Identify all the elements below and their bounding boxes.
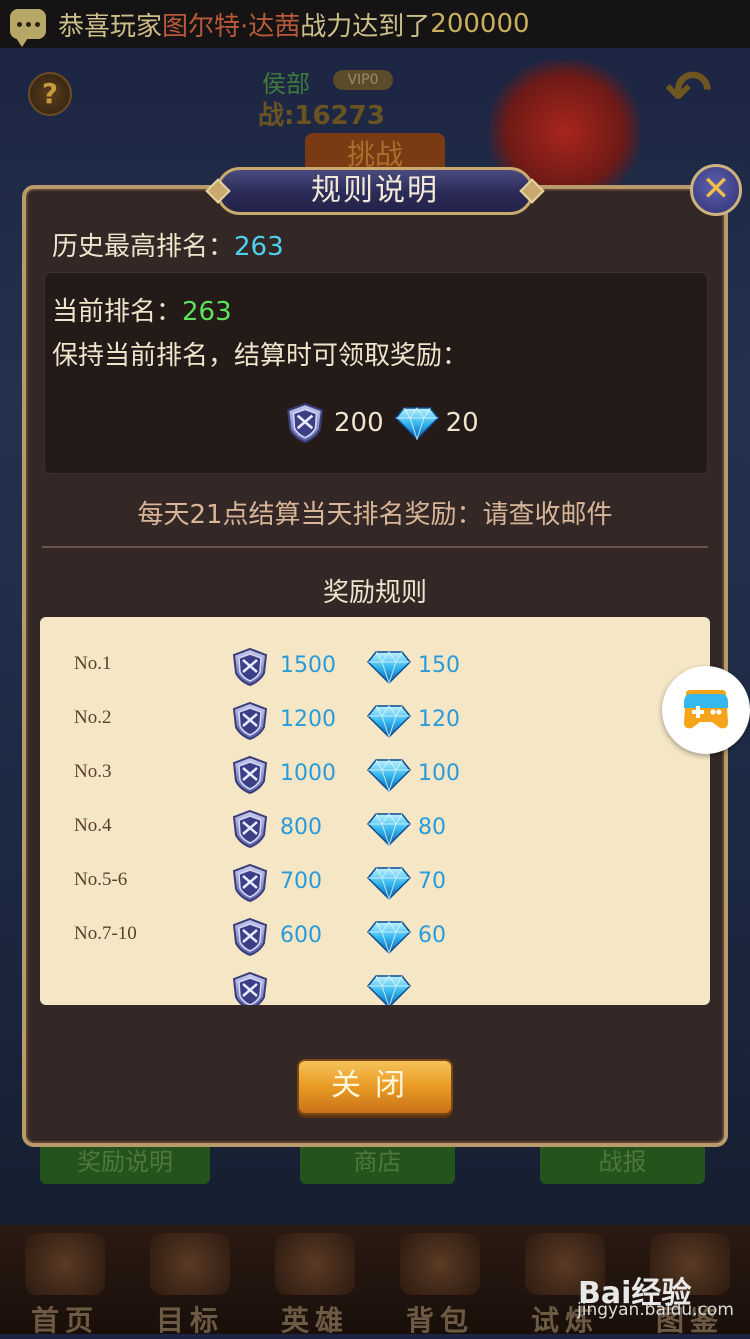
diamond-icon	[366, 865, 412, 901]
close-icon[interactable]: ✕	[690, 164, 742, 216]
diamond-icon	[366, 757, 412, 793]
rule-medal-value: 1500	[280, 653, 336, 678]
keep-rank-text: 保持当前排名，结算时可领取奖励：	[52, 341, 469, 371]
diamond-icon	[366, 703, 412, 739]
rule-gem-value: 60	[418, 923, 446, 948]
rule-rank: No.3	[74, 761, 112, 782]
nav-goals[interactable]: 目标	[135, 1233, 245, 1337]
medal-icon	[230, 917, 270, 957]
marquee-value: 200000	[430, 9, 530, 39]
rule-gem-value: 120	[418, 707, 460, 732]
diamond-icon	[366, 919, 412, 955]
history-rank-label: 历史最高排名：	[52, 232, 235, 262]
back-arrow-icon[interactable]: ↶	[665, 64, 735, 120]
help-icon[interactable]: ?	[28, 72, 72, 116]
chat-bubble-icon	[10, 9, 46, 47]
dialog-title: 规则说明	[216, 167, 534, 215]
medal-icon	[230, 863, 270, 903]
rule-gem-value: 150	[418, 653, 460, 678]
current-rank-label: 当前排名：	[52, 297, 183, 327]
nav-label: 背包	[405, 1304, 474, 1337]
gamepad-icon	[684, 690, 728, 729]
list-item: No.1 1500 150	[40, 647, 710, 687]
rule-rank: No.5-6	[74, 869, 128, 890]
list-item-partial	[40, 971, 710, 1005]
watermark-url: jingyan.baidu.com	[577, 1300, 734, 1320]
list-item: No.2 1200 120	[40, 701, 710, 741]
opponent-vip-badge: VIP0	[333, 70, 393, 90]
current-rank: 当前排名：263	[52, 291, 232, 328]
list-item: No.7-10 600 60	[40, 917, 710, 957]
rule-medal-value: 800	[280, 815, 322, 840]
history-rank: 历史最高排名：263	[52, 226, 284, 263]
list-item: No.4 800 80	[40, 809, 710, 849]
rule-medal-value: 1000	[280, 761, 336, 786]
diamond-icon	[394, 405, 440, 441]
rule-rank: No.4	[74, 815, 112, 836]
medal-icon	[230, 809, 270, 849]
rule-gem-value: 80	[418, 815, 446, 840]
rule-rank: No.2	[74, 707, 112, 728]
nav-label: 英雄	[280, 1304, 349, 1337]
rule-gem-value: 70	[418, 869, 446, 894]
nav-heroes[interactable]: 英雄	[260, 1233, 370, 1337]
medal-icon	[230, 971, 270, 1005]
marquee-prefix: 恭喜玩家	[58, 11, 163, 42]
rule-rank: No.1	[74, 653, 112, 674]
list-item: No.5-6 700 70	[40, 863, 710, 903]
current-reward-gem: 20	[445, 408, 479, 438]
medal-icon	[230, 755, 270, 795]
history-rank-value: 263	[234, 232, 284, 262]
floating-game-button[interactable]	[662, 666, 750, 754]
nav-bag[interactable]: 背包	[385, 1233, 495, 1337]
diamond-icon	[366, 649, 412, 685]
opponent-title: 侯部	[262, 70, 310, 98]
rule-medal-value: 600	[280, 923, 322, 948]
rule-medal-value: 700	[280, 869, 322, 894]
hero-icon	[275, 1233, 355, 1295]
diamond-icon	[366, 973, 412, 1005]
close-button[interactable]: 关闭	[297, 1059, 453, 1115]
list-item: No.3 1000 100	[40, 755, 710, 795]
diamond-icon	[366, 811, 412, 847]
daily-settlement-note: 每天21点结算当天排名奖励：请查收邮件	[137, 500, 613, 530]
marquee-middle: 战力达到了	[300, 11, 431, 42]
crown-icon	[150, 1233, 230, 1295]
medal-icon	[284, 402, 326, 444]
rules-title: 奖励规则	[322, 578, 427, 608]
rule-rank: No.7-10	[74, 923, 137, 944]
opponent-power: 战:16273	[258, 101, 385, 131]
nav-label: 目标	[155, 1304, 224, 1337]
medal-icon	[230, 647, 270, 687]
nav-home[interactable]: 首页	[10, 1233, 120, 1337]
current-reward: 200 20	[284, 402, 479, 444]
divider	[42, 546, 708, 548]
nav-label: 首页	[30, 1304, 99, 1337]
rule-medal-value: 1200	[280, 707, 336, 732]
chest-icon	[400, 1233, 480, 1295]
home-icon	[25, 1233, 105, 1295]
marquee-player: 图尔特·达茜	[162, 11, 301, 42]
rewards-rules-list[interactable]: No.1 1500 150 No.2 1200 120 No.3 1000 10…	[40, 617, 710, 1005]
rule-gem-value: 100	[418, 761, 460, 786]
current-rank-value: 263	[182, 297, 232, 327]
medal-icon	[230, 701, 270, 741]
current-reward-medal: 200	[334, 408, 384, 438]
announcement-marquee: 恭喜玩家 图尔特·达茜 战力达到了 200000	[0, 0, 750, 48]
